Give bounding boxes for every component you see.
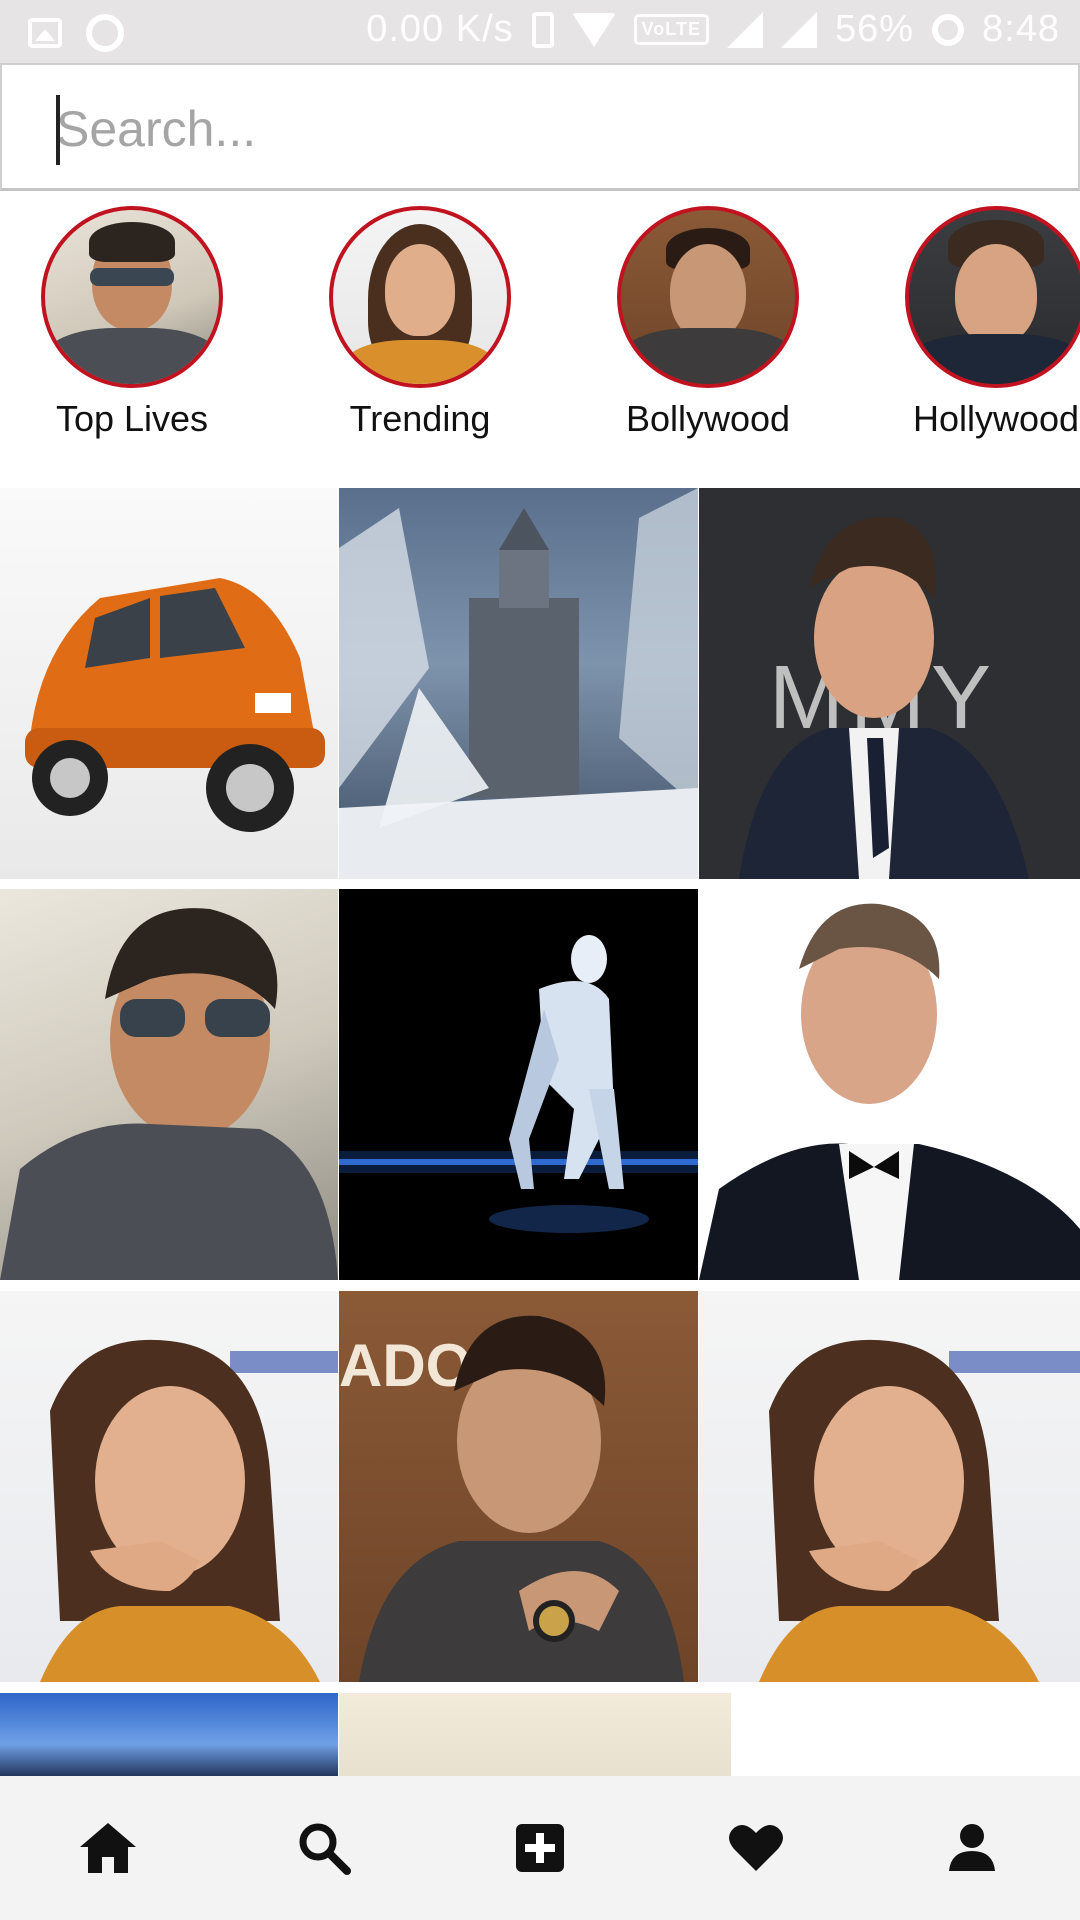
signal-icon-2 (780, 11, 817, 48)
category-stories-row: Top Lives Trending Bollywood Hollywood (0, 200, 1080, 450)
clock: 8:48 (982, 8, 1060, 50)
wifi-icon (571, 12, 616, 47)
avatar (617, 206, 799, 388)
nav-search-button[interactable] (264, 1788, 384, 1908)
man-sunglasses-image (0, 908, 338, 1280)
man-suit-image: MMY (739, 516, 1029, 879)
status-bar: 0.00 K/s VoLTE 56% 8:48 (0, 0, 1080, 63)
grid-tile-man-with-watch[interactable]: ADO (339, 1291, 698, 1682)
grid-tile-robot[interactable] (339, 889, 698, 1280)
bottom-navigation (0, 1776, 1080, 1920)
grid-tile-orange-car[interactable] (0, 488, 338, 879)
nav-home-button[interactable] (48, 1788, 168, 1908)
network-speed: 0.00 K/s (366, 8, 514, 50)
grid-tile-room-interior[interactable] (339, 1693, 731, 1778)
story-trending[interactable]: Trending (290, 206, 550, 440)
add-post-icon (516, 1824, 564, 1872)
avatar (41, 206, 223, 388)
story-label: Hollywood (912, 398, 1080, 439)
robot-image (339, 935, 698, 1233)
grid-tile-man-tuxedo[interactable] (699, 889, 1080, 1280)
heart-icon (729, 1824, 783, 1871)
grid-tile-woman-chin-hand[interactable] (0, 1291, 338, 1682)
search-bar[interactable] (0, 63, 1080, 191)
story-bollywood[interactable]: Bollywood (578, 206, 838, 440)
woman-image-2 (759, 1339, 1080, 1682)
record-notification-icon (86, 14, 124, 52)
fortress-image (339, 488, 698, 879)
woman-image (40, 1339, 338, 1682)
story-top-lives[interactable]: Top Lives (2, 206, 262, 440)
man-watch-image: ADO (339, 1315, 684, 1682)
nav-profile-button[interactable] (912, 1788, 1032, 1908)
grid-tile-icy-fortress[interactable] (339, 488, 698, 879)
nav-add-button[interactable] (480, 1788, 600, 1908)
grid-tile-sky-landscape[interactable] (0, 1693, 338, 1778)
text-cursor (56, 95, 60, 165)
grid-tile-woman-chin-hand-2[interactable] (699, 1291, 1080, 1682)
svg-text:ADO: ADO (339, 1332, 472, 1399)
avatar (905, 206, 1080, 388)
car-image (25, 578, 325, 832)
story-label: Bollywood (625, 398, 791, 439)
story-label: Top Lives (55, 398, 209, 439)
story-hollywood[interactable]: Hollywood (866, 206, 1080, 440)
avatar (329, 206, 511, 388)
battery-percent: 56% (834, 8, 915, 50)
gallery-notification-icon (28, 18, 62, 48)
search-icon (299, 1823, 351, 1875)
signal-icon (726, 11, 763, 48)
grid-tile-man-sunglasses[interactable] (0, 889, 338, 1280)
story-label: Trending (349, 398, 491, 439)
battery-icon (932, 13, 965, 46)
volte-icon: VoLTE (633, 14, 709, 45)
profile-icon (949, 1824, 995, 1871)
photo-grid: MMY (0, 488, 1080, 1778)
nav-likes-button[interactable] (696, 1788, 816, 1908)
man-tuxedo-image (699, 903, 1080, 1280)
home-icon (80, 1823, 136, 1873)
grid-tile-man-in-suit[interactable]: MMY (699, 488, 1080, 879)
vibrate-icon (531, 11, 554, 48)
search-input[interactable] (56, 91, 1016, 167)
